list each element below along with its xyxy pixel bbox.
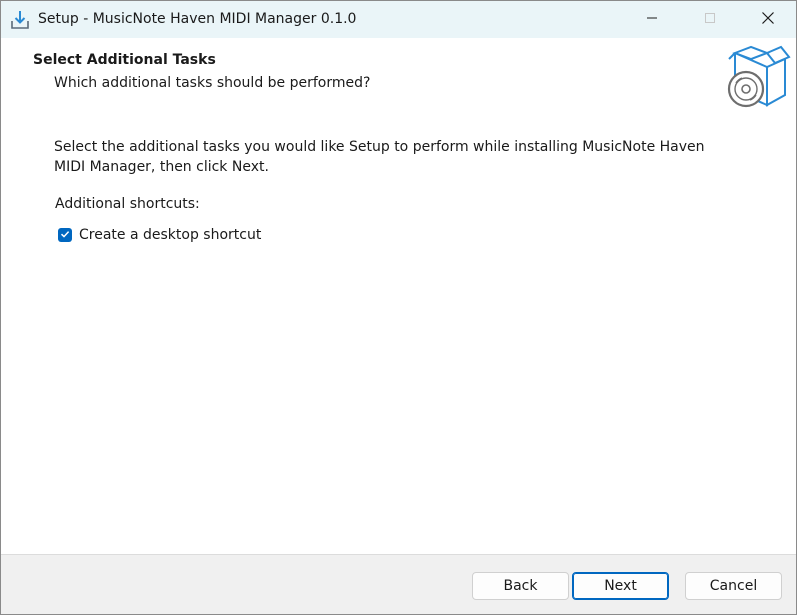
maximize-icon	[704, 12, 716, 28]
window-title: Setup - MusicNote Haven MIDI Manager 0.1…	[38, 11, 357, 27]
page-title: Select Additional Tasks	[33, 52, 216, 68]
page-subtitle: Which additional tasks should be perform…	[54, 75, 371, 91]
close-icon	[761, 11, 775, 29]
title-bar[interactable]: Setup - MusicNote Haven MIDI Manager 0.1…	[1, 1, 796, 38]
desktop-shortcut-label: Create a desktop shortcut	[79, 227, 262, 243]
installer-download-icon	[9, 9, 31, 31]
minimize-icon	[646, 12, 658, 28]
button-bar: Back Next Cancel	[1, 554, 796, 614]
software-box-disc-icon	[723, 45, 793, 111]
checkmark-icon	[60, 227, 70, 243]
close-button[interactable]	[739, 1, 796, 38]
cancel-button[interactable]: Cancel	[685, 572, 782, 600]
back-button[interactable]: Back	[472, 572, 569, 600]
instructions-text: Select the additional tasks you would li…	[54, 139, 705, 175]
group-label-additional-shortcuts: Additional shortcuts:	[55, 196, 200, 212]
next-button[interactable]: Next	[572, 572, 669, 600]
desktop-shortcut-checkbox[interactable]	[58, 228, 72, 242]
setup-window: Setup - MusicNote Haven MIDI Manager 0.1…	[0, 0, 797, 615]
maximize-button[interactable]	[681, 1, 739, 38]
minimize-button[interactable]	[623, 1, 681, 38]
task-desktop-shortcut[interactable]: Create a desktop shortcut	[58, 225, 261, 245]
